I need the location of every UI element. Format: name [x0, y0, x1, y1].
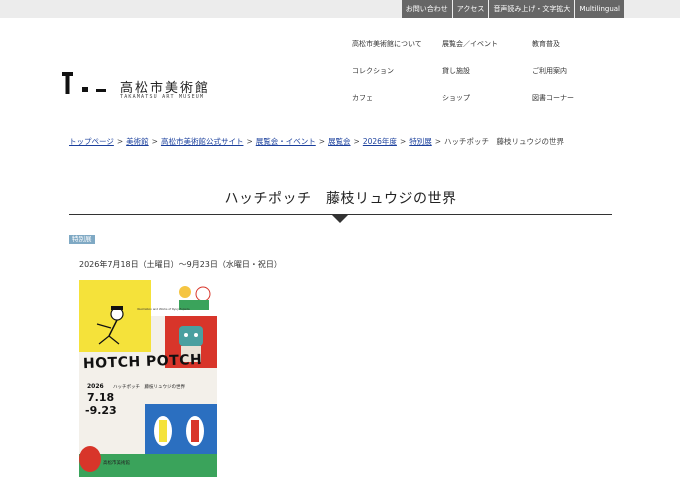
nav-shop[interactable]: ショップ: [442, 92, 532, 104]
poster-footer: 高松市美術館: [103, 461, 130, 466]
event-date: 2026年7月18日（土曜日）～9月23日（水曜日・祝日）: [79, 260, 282, 269]
nav-education[interactable]: 教育普及: [532, 38, 592, 50]
nav-exhibitions[interactable]: 展覧会／イベント: [442, 38, 532, 50]
multilingual-link[interactable]: Multilingual: [575, 0, 624, 18]
breadcrumb-exhibitions-events[interactable]: 展覧会・イベント: [256, 137, 316, 146]
breadcrumb-separator: >: [151, 137, 158, 146]
nav-facility-rental[interactable]: 貸し施設: [442, 65, 532, 77]
poster-end-date: -9.23: [85, 404, 117, 417]
accessibility-link[interactable]: 音声読み上げ・文字拡大: [489, 0, 575, 18]
logo-mark-icon: [62, 72, 106, 94]
nav-cafe[interactable]: カフェ: [352, 92, 442, 104]
poster-eyes-icon: [154, 416, 204, 446]
logo-english-text: TAKAMATSU ART MUSEUM: [120, 94, 205, 100]
nav-collection[interactable]: コレクション: [352, 65, 442, 77]
contact-link[interactable]: お問い合わせ: [401, 0, 452, 18]
breadcrumb-separator: >: [434, 137, 442, 146]
breadcrumb-top[interactable]: トップページ: [69, 137, 114, 146]
page-title: ハッチポッチ 藤枝リュウジの世界: [224, 191, 457, 207]
breadcrumb-separator: >: [353, 137, 360, 146]
breadcrumb-separator: >: [318, 137, 326, 146]
breadcrumb-special-exhibition[interactable]: 特別展: [409, 137, 432, 146]
breadcrumb-exhibitions[interactable]: 展覧会: [328, 137, 351, 146]
breadcrumb-official-site[interactable]: 高松市美術館公式サイト: [161, 137, 244, 146]
breadcrumb-current: ハッチポッチ 藤枝リュウジの世界: [444, 137, 565, 146]
exhibition-poster[interactable]: Illustration and Works of Ryuji Fujieda …: [79, 280, 217, 477]
nav-visitor-info[interactable]: ご利用案内: [532, 65, 592, 77]
poster-year: 2026: [87, 383, 104, 390]
breadcrumb-separator: >: [116, 137, 124, 146]
utility-links: お問い合わせ アクセス 音声読み上げ・文字拡大 Multilingual: [401, 0, 624, 18]
poster-start-date: 7.18: [87, 391, 115, 404]
breadcrumb: トップページ > 美術館 > 高松市美術館公式サイト > 展覧会・イベント > 展覧会 >2026…: [69, 136, 564, 147]
museum-logo[interactable]: 高松市美術館 TAKAMATSU ART MUSEUM: [62, 70, 252, 104]
breadcrumb-separator: >: [246, 137, 253, 146]
category-badge: 特別展: [69, 235, 95, 244]
poster-caption: Illustration and Works of Ryuji Fujieda: [137, 307, 190, 311]
breadcrumb-museum[interactable]: 美術館: [126, 137, 149, 146]
main-navigation: 高松市美術館について 展覧会／イベント 教育普及 コレクション 貸し施設 ご利用…: [352, 38, 592, 104]
breadcrumb-fiscal-year[interactable]: 2026年度: [363, 137, 397, 146]
nav-about[interactable]: 高松市美術館について: [352, 38, 442, 50]
down-triangle-icon: [332, 215, 348, 223]
poster-apple-shape: [79, 446, 101, 472]
poster-character-figure-icon: [96, 306, 124, 345]
poster-title: HOTCH POTCH: [82, 351, 203, 373]
poster-subtitle: ハッチポッチ 藤枝リュウジの世界: [113, 385, 185, 390]
access-link[interactable]: アクセス: [452, 0, 489, 18]
utility-bar: お問い合わせ アクセス 音声読み上げ・文字拡大 Multilingual: [0, 0, 680, 18]
breadcrumb-separator: >: [399, 137, 407, 146]
nav-library[interactable]: 図書コーナー: [532, 92, 592, 104]
